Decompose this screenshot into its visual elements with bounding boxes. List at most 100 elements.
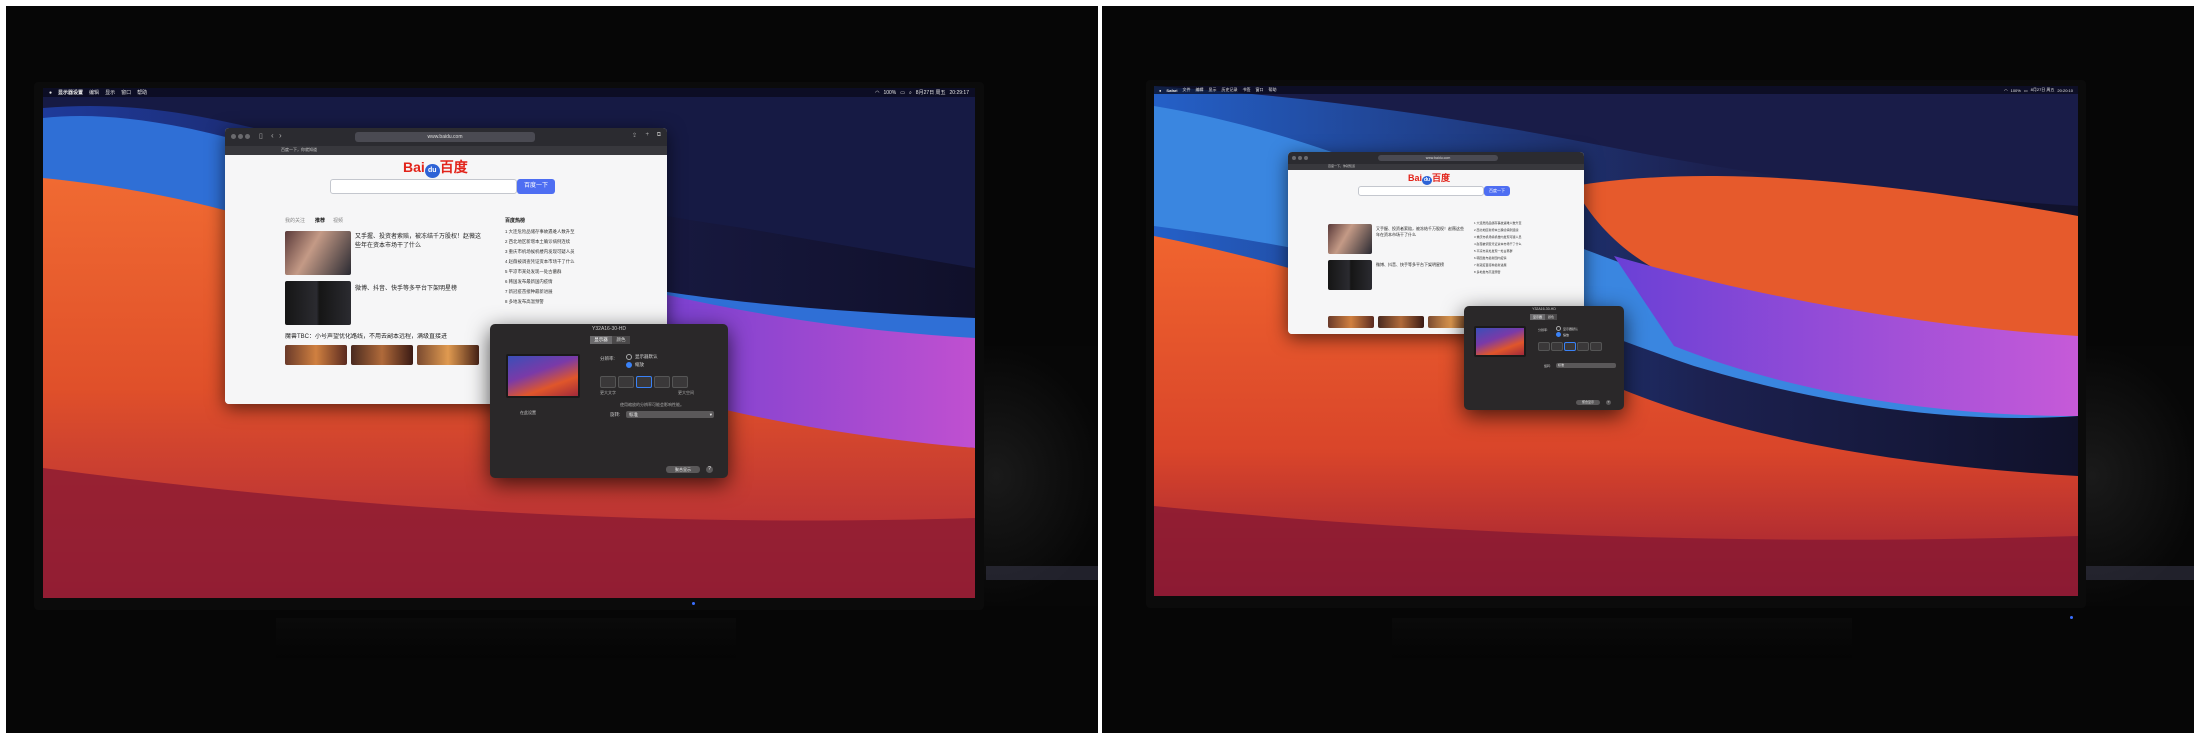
forward-icon[interactable]: ›: [279, 131, 282, 140]
hot-item[interactable]: 2 西北地区新增本土确诊病例连续: [505, 237, 605, 247]
hot-item[interactable]: 8 多地发布高温预警: [505, 297, 605, 307]
help-button[interactable]: ?: [1606, 400, 1611, 405]
hot-item[interactable]: 3 重庆市机场候机楼内发现可疑人员: [505, 247, 605, 257]
menu-window[interactable]: 窗口: [1256, 87, 1264, 93]
address-bar[interactable]: www.baidu.com: [1378, 155, 1498, 161]
news-image-2[interactable]: [285, 281, 351, 325]
menubar-date[interactable]: 8月27日 周五: [2031, 87, 2055, 93]
tab-following[interactable]: 我的关注: [285, 217, 305, 224]
search-icon[interactable]: ⌕: [909, 90, 912, 96]
search-input[interactable]: [330, 179, 517, 194]
news-headline-1[interactable]: 又手握、投资者索赔，被冻结千万股权！赵薇这些年在资本市场干了什么: [355, 233, 485, 251]
hot-item[interactable]: 3 重庆市机场候机楼内发现可疑人员: [1474, 234, 1540, 241]
news-image-2[interactable]: [1328, 260, 1372, 290]
scale-option-3[interactable]: [636, 376, 652, 388]
battery-icon[interactable]: ▭: [900, 90, 905, 96]
news-headline-3[interactable]: 魔兽TBC：小号声望优化路线，不用去副本远程，满级直接进: [285, 333, 490, 342]
apple-icon[interactable]: ●: [49, 90, 52, 96]
rotation-popup[interactable]: 标准 ▾: [626, 411, 714, 418]
tab-color[interactable]: 颜色: [1545, 314, 1557, 320]
scale-option-5[interactable]: [1590, 342, 1602, 351]
help-button[interactable]: ?: [706, 466, 713, 473]
scale-option-4[interactable]: [654, 376, 670, 388]
close-button[interactable]: [1292, 156, 1296, 160]
wifi-icon[interactable]: ◠: [2004, 88, 2008, 93]
hot-item[interactable]: 5 平凉市某处发现一处古墓群: [505, 267, 605, 277]
new-tab-icon[interactable]: +: [645, 132, 649, 138]
news-image-3a[interactable]: [285, 345, 347, 365]
address-bar[interactable]: www.baidu.com: [355, 132, 535, 142]
minimize-button[interactable]: [238, 134, 243, 139]
scale-option-1[interactable]: [1538, 342, 1550, 351]
apple-icon[interactable]: ●: [1159, 88, 1161, 93]
zoom-button[interactable]: [1304, 156, 1308, 160]
sidebar-icon[interactable]: ▯: [259, 132, 263, 140]
news-image-3a[interactable]: [1328, 316, 1374, 328]
hot-item[interactable]: 2 西北地区新增本土确诊病例连续: [1474, 227, 1540, 234]
menu-app-name[interactable]: Safari: [1166, 88, 1177, 93]
news-headline-1[interactable]: 又手握、投资者索赔，被冻结千万股权！赵薇这些年在资本市场干了什么: [1376, 226, 1466, 238]
menu-file[interactable]: 文件: [1183, 87, 1191, 93]
tab-baidu[interactable]: 百度一下，你就知道: [281, 147, 317, 153]
menu-history[interactable]: 历史记录: [1222, 87, 1238, 93]
menu-app-name[interactable]: 显示器设置: [58, 89, 83, 96]
menu-edit[interactable]: 编辑: [1196, 87, 1204, 93]
tab-baidu[interactable]: 百度一下，你就知道: [1328, 164, 1355, 168]
scale-option-4[interactable]: [1577, 342, 1589, 351]
scale-option-5[interactable]: [672, 376, 688, 388]
menu-edit[interactable]: 编辑: [89, 89, 99, 96]
news-headline-2[interactable]: 微博、抖音、快手等多平台下架明星榜: [1376, 262, 1466, 268]
menubar-time[interactable]: 20:20:10: [2057, 88, 2073, 93]
scale-option-3[interactable]: [1564, 342, 1576, 351]
hot-item[interactable]: 7 新冠疫苗接种最新进展: [1474, 262, 1540, 269]
wifi-icon[interactable]: ◠: [875, 90, 879, 96]
hot-item[interactable]: 4 赵薇被调查凭证资本市场干了什么: [505, 257, 605, 267]
tab-color[interactable]: 颜色: [612, 336, 630, 344]
gather-windows-button[interactable]: 聚合显示: [1576, 400, 1600, 405]
menu-view[interactable]: 显示: [1209, 87, 1217, 93]
battery-icon[interactable]: ▭: [2024, 88, 2028, 93]
hot-item[interactable]: 4 赵薇被调查凭证资本市场干了什么: [1474, 241, 1540, 248]
hot-item[interactable]: 8 多地发布高温预警: [1474, 269, 1540, 276]
hot-item[interactable]: 1 大连危险品储存事故遇难人数升至: [505, 227, 605, 237]
news-image-1[interactable]: [285, 231, 351, 275]
menu-help[interactable]: 帮助: [1269, 87, 1277, 93]
zoom-button[interactable]: [245, 134, 250, 139]
menu-help[interactable]: 帮助: [137, 89, 147, 96]
battery-text[interactable]: 100%: [883, 90, 896, 96]
menu-window[interactable]: 窗口: [121, 89, 131, 96]
gather-windows-button[interactable]: 聚合显示: [666, 466, 700, 473]
tab-display[interactable]: 显示器: [590, 336, 612, 344]
rotation-popup[interactable]: 标准: [1556, 363, 1616, 368]
hot-item[interactable]: 6 韩国发布最新国内疫情: [505, 277, 605, 287]
news-image-3c[interactable]: [417, 345, 479, 365]
menu-view[interactable]: 显示: [105, 89, 115, 96]
tab-recommended[interactable]: 推荐: [315, 217, 325, 224]
menubar-date[interactable]: 8月27日 周五: [916, 89, 946, 96]
tab-display[interactable]: 显示器: [1530, 314, 1545, 320]
hot-item[interactable]: 7 新冠疫苗接种最新进展: [505, 287, 605, 297]
battery-text[interactable]: 100%: [2011, 88, 2021, 93]
radio-default[interactable]: 显示器默认: [1556, 326, 1578, 331]
menubar-time[interactable]: 20:29:17: [950, 90, 969, 96]
minimize-button[interactable]: [1298, 156, 1302, 160]
scale-option-2[interactable]: [618, 376, 634, 388]
news-image-1[interactable]: [1328, 224, 1372, 254]
tab-overview-icon[interactable]: ⧉: [657, 132, 661, 139]
search-button[interactable]: 百度一下: [1484, 186, 1510, 196]
menu-bookmarks[interactable]: 书签: [1243, 87, 1251, 93]
news-headline-2[interactable]: 微博、抖音、快手等多平台下架明星榜: [355, 285, 485, 294]
back-icon[interactable]: ‹: [271, 131, 274, 140]
news-image-3b[interactable]: [351, 345, 413, 365]
hot-item[interactable]: 6 韩国发布最新国内疫情: [1474, 255, 1540, 262]
scale-option-2[interactable]: [1551, 342, 1563, 351]
scale-option-1[interactable]: [600, 376, 616, 388]
search-button[interactable]: 百度一下: [517, 179, 555, 194]
radio-default[interactable]: 显示器默认: [626, 354, 658, 360]
close-button[interactable]: [231, 134, 236, 139]
tab-video[interactable]: 视频: [333, 217, 343, 224]
radio-scaled[interactable]: 缩放: [1556, 332, 1569, 337]
radio-scaled[interactable]: 缩放: [626, 362, 644, 368]
hot-item[interactable]: 1 大连危险品储存事故遇难人数升至: [1474, 220, 1540, 227]
share-icon[interactable]: ⇪: [632, 132, 637, 139]
